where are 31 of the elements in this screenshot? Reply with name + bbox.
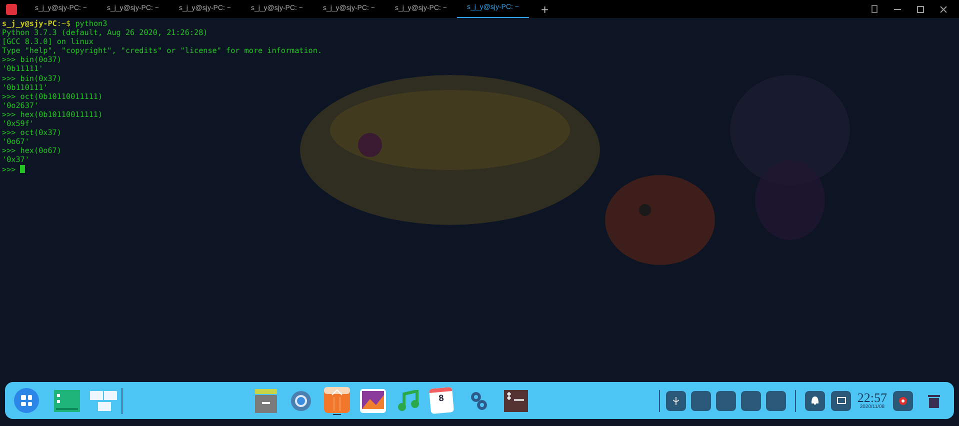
- monitor-icon: [836, 397, 846, 404]
- multitask-view-icon[interactable]: [90, 388, 124, 414]
- settings-icon[interactable]: [470, 390, 488, 410]
- calendar-day: 8: [438, 392, 444, 404]
- desktop-icon[interactable]: [54, 390, 80, 412]
- text-cursor: [20, 165, 25, 174]
- maximize-icon[interactable]: [917, 6, 924, 12]
- notification-button[interactable]: [805, 390, 826, 410]
- browser-icon[interactable]: [290, 390, 312, 412]
- tray-button[interactable]: [741, 390, 762, 410]
- usb-icon: [673, 396, 680, 404]
- display-button[interactable]: [831, 390, 852, 410]
- image-viewer-icon[interactable]: [360, 388, 386, 412]
- archive-icon[interactable]: [255, 388, 278, 412]
- app-store-icon[interactable]: [324, 386, 350, 412]
- usb-tray-button[interactable]: [666, 390, 686, 410]
- launcher-button[interactable]: [14, 388, 39, 413]
- clock-time: 22:57: [857, 391, 887, 404]
- power-button[interactable]: [893, 390, 913, 410]
- bell-icon: [811, 396, 820, 405]
- terminal-icon[interactable]: [504, 390, 528, 412]
- tray-button[interactable]: [766, 390, 786, 410]
- trash-icon[interactable]: [928, 394, 940, 408]
- tray-button[interactable]: [716, 390, 736, 410]
- terminal-app-icon: [6, 4, 17, 14]
- new-tab-button[interactable]: +: [541, 2, 549, 16]
- power-icon: [899, 396, 907, 404]
- close-icon[interactable]: [940, 6, 947, 12]
- calendar-icon[interactable]: 8: [429, 387, 454, 414]
- tray-button[interactable]: [691, 390, 712, 410]
- menu-icon[interactable]: [871, 5, 878, 13]
